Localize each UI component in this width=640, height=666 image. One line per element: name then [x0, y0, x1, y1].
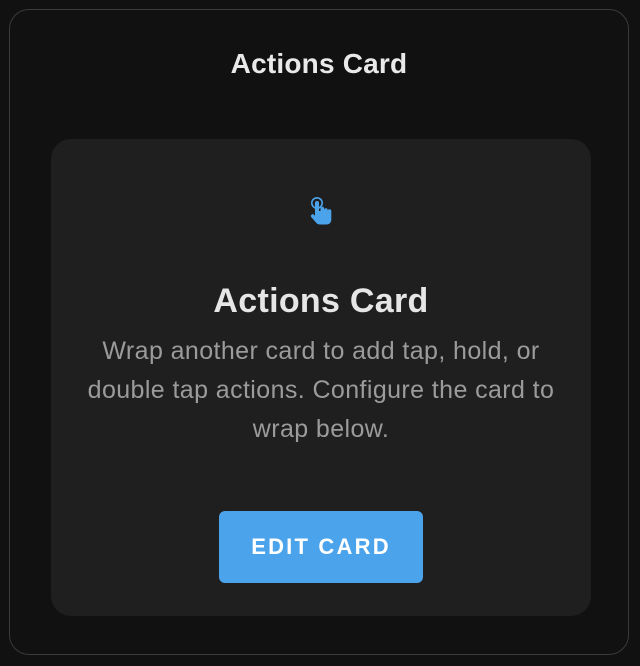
- edit-card-button[interactable]: EDIT CARD: [219, 511, 423, 583]
- dialog-title: Actions Card: [230, 48, 408, 79]
- gesture-tap-icon: [306, 196, 336, 226]
- card-description: Wrap another card to add tap, hold, or d…: [87, 337, 555, 443]
- actions-card-dialog: Actions Card Actions Card Wrap another c…: [9, 9, 629, 655]
- actions-card-placeholder: Actions Card Wrap another card to add ta…: [51, 139, 591, 616]
- card-title: Actions Card: [213, 282, 429, 320]
